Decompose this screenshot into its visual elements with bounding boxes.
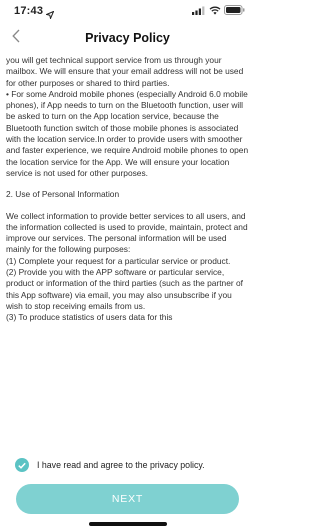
policy-paragraph: (3) To produce statistics of users data … bbox=[6, 312, 173, 323]
policy-paragraph: you will get technical support service f… bbox=[6, 55, 244, 88]
policy-paragraph: • For some Android mobile phones (especi… bbox=[6, 88, 249, 178]
location-arrow-icon bbox=[44, 6, 55, 24]
status-bar: 17:43 bbox=[0, 0, 255, 22]
battery-icon bbox=[224, 2, 245, 20]
chevron-left-icon bbox=[12, 29, 20, 48]
home-indicator bbox=[89, 522, 167, 526]
page-title: Privacy Policy bbox=[85, 31, 170, 45]
status-icons bbox=[192, 2, 245, 20]
nav-bar: Privacy Policy bbox=[0, 24, 255, 52]
checkmark-icon bbox=[18, 456, 26, 474]
policy-text-scroll-area[interactable]: you will get technical support service f… bbox=[6, 55, 250, 450]
back-button[interactable] bbox=[6, 26, 26, 50]
wifi-icon bbox=[209, 2, 221, 20]
agreement-row[interactable]: I have read and agree to the privacy pol… bbox=[12, 456, 248, 474]
policy-paragraph: (1) Complete your request for a particul… bbox=[6, 255, 231, 266]
next-button-label: NEXT bbox=[111, 493, 144, 505]
next-button[interactable]: NEXT bbox=[16, 484, 239, 514]
policy-paragraph: (2) Provide you with the APP software or… bbox=[6, 267, 243, 311]
status-time: 17:43 bbox=[14, 5, 44, 17]
cellular-signal-icon bbox=[192, 2, 206, 20]
agreement-checkbox[interactable] bbox=[15, 458, 29, 472]
policy-paragraph: We collect information to provide better… bbox=[6, 210, 248, 255]
section-heading: 2. Use of Personal Information bbox=[6, 189, 120, 200]
scroll-fade bbox=[0, 425, 255, 453]
agreement-label: I have read and agree to the privacy pol… bbox=[37, 460, 205, 470]
